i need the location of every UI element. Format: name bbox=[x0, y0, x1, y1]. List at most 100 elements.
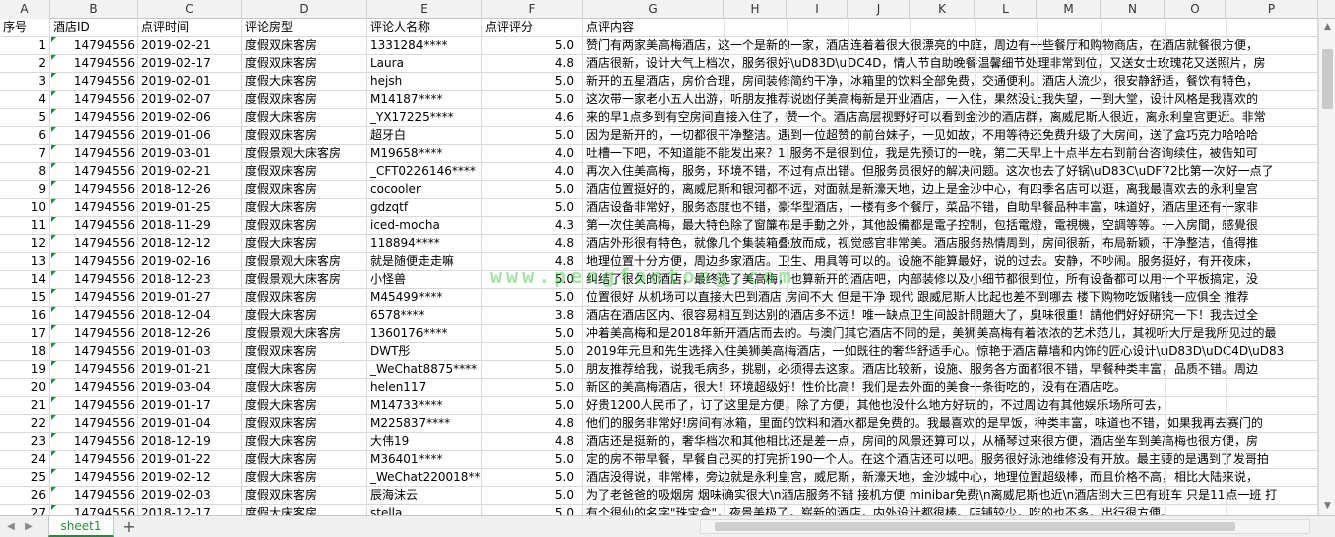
data-cell[interactable]: 酒店还是挺新的，奢华档次和其他相比还是差一点，房间的风景还算可以，从桶琴过来很方… bbox=[583, 433, 1318, 451]
data-cell[interactable]: 2018-12-17 bbox=[138, 505, 242, 515]
data-cell[interactable]: 朋友推荐给我，说我毛病多，挑剔，必须得去这家。酒店比较新，设施、服务各方面都很不… bbox=[583, 361, 1318, 379]
data-cell[interactable]: M14733**** bbox=[367, 397, 482, 415]
data-cell[interactable]: 21 bbox=[0, 397, 50, 415]
column-header-e[interactable]: E bbox=[367, 0, 482, 19]
data-cell[interactable]: 6 bbox=[0, 127, 50, 145]
data-cell[interactable]: iced-mocha bbox=[367, 217, 482, 235]
data-cell[interactable]: 5.0 bbox=[482, 73, 583, 91]
data-cell[interactable]: 酒店在酒店区内、很容易相互到达别的酒店多不远！唯一缺点卫生间設計問題大了，臭味很… bbox=[583, 307, 1318, 325]
data-cell[interactable]: 14794556 bbox=[50, 55, 138, 73]
data-cell[interactable]: 4.8 bbox=[482, 433, 583, 451]
data-cell[interactable]: 2019-02-21 bbox=[138, 163, 242, 181]
data-cell[interactable]: 4.8 bbox=[482, 55, 583, 73]
data-cell[interactable]: 度假双床客房 bbox=[242, 415, 367, 433]
data-cell[interactable]: 2019-02-12 bbox=[138, 469, 242, 487]
data-cell[interactable]: DWT彤 bbox=[367, 343, 482, 361]
header-cell[interactable]: 点评时间 bbox=[138, 19, 242, 37]
data-cell[interactable]: 度假双床客房 bbox=[242, 91, 367, 109]
column-header-b[interactable]: B bbox=[50, 0, 138, 19]
data-cell[interactable]: 度假双床客房 bbox=[242, 217, 367, 235]
data-cell[interactable]: 5.0 bbox=[482, 289, 583, 307]
data-cell[interactable]: 4.8 bbox=[482, 415, 583, 433]
column-header-a[interactable]: A bbox=[0, 0, 50, 19]
data-cell[interactable]: 14794556 bbox=[50, 469, 138, 487]
data-cell[interactable]: 酒店位置挺好的，离威尼斯和银河都不远，对面就是新濠天地，边上是金沙中心，有四季名… bbox=[583, 181, 1318, 199]
vertical-scroll-thumb[interactable] bbox=[1322, 49, 1333, 109]
data-cell[interactable]: 14794556 bbox=[50, 361, 138, 379]
column-header-j[interactable]: J bbox=[848, 0, 910, 19]
data-cell[interactable]: 2019-01-25 bbox=[138, 199, 242, 217]
data-cell[interactable]: 来的早1点多到有空房间直接入住了，赞一个。酒店高层视野好可以看到金沙的酒店群，离… bbox=[583, 109, 1318, 127]
data-cell[interactable]: 4.6 bbox=[482, 109, 583, 127]
data-cell[interactable]: 度假大床客房 bbox=[242, 361, 367, 379]
caret-up-icon[interactable]: ▲ bbox=[1319, 19, 1335, 36]
data-cell[interactable]: 15 bbox=[0, 289, 50, 307]
data-cell[interactable]: M36401**** bbox=[367, 451, 482, 469]
column-header-i[interactable]: I bbox=[787, 0, 848, 19]
data-cell[interactable]: 2019-02-01 bbox=[138, 73, 242, 91]
data-cell[interactable]: 这次带一家老小五人出游，听朋友推荐说凼仔美高梅新是开业酒店，一入住，果然没让我失… bbox=[583, 91, 1318, 109]
header-cell[interactable]: 序号 bbox=[0, 19, 50, 37]
data-cell[interactable]: 14794556 bbox=[50, 145, 138, 163]
data-cell[interactable]: 2019-02-16 bbox=[138, 253, 242, 271]
data-cell[interactable]: 14794556 bbox=[50, 253, 138, 271]
data-cell[interactable]: 14794556 bbox=[50, 289, 138, 307]
data-cell[interactable]: 2018-11-29 bbox=[138, 217, 242, 235]
data-cell[interactable]: 5 bbox=[0, 109, 50, 127]
data-cell[interactable]: 2018-12-12 bbox=[138, 235, 242, 253]
data-cell[interactable]: 超牙白 bbox=[367, 127, 482, 145]
data-cell[interactable]: 2018-12-26 bbox=[138, 181, 242, 199]
data-cell[interactable]: 度假大床客房 bbox=[242, 73, 367, 91]
data-cell[interactable]: 26 bbox=[0, 487, 50, 505]
data-cell[interactable]: 14794556 bbox=[50, 271, 138, 289]
data-cell[interactable]: 10 bbox=[0, 199, 50, 217]
data-cell[interactable]: 5.0 bbox=[482, 181, 583, 199]
data-cell[interactable]: 2019-01-06 bbox=[138, 127, 242, 145]
data-cell[interactable]: 5.0 bbox=[482, 397, 583, 415]
data-cell[interactable]: 14794556 bbox=[50, 217, 138, 235]
data-cell[interactable]: 2019-01-17 bbox=[138, 397, 242, 415]
data-cell[interactable]: 2019-02-17 bbox=[138, 55, 242, 73]
data-cell[interactable]: 5.0 bbox=[482, 451, 583, 469]
data-cell[interactable]: 4.8 bbox=[482, 235, 583, 253]
data-cell[interactable]: 度假景观大床客房 bbox=[242, 145, 367, 163]
header-cell[interactable]: 评论房型 bbox=[242, 19, 367, 37]
data-cell[interactable]: 14794556 bbox=[50, 379, 138, 397]
data-cell[interactable]: 1 bbox=[0, 37, 50, 55]
data-cell[interactable]: 27 bbox=[0, 505, 50, 515]
data-cell[interactable]: 22 bbox=[0, 415, 50, 433]
data-cell[interactable]: 度假双床客房 bbox=[242, 127, 367, 145]
data-cell[interactable]: 再次入住美高梅，服务，环境不错，不过有点出错。但服务员很好的解决问题。这次也去了… bbox=[583, 163, 1318, 181]
data-cell[interactable]: 2019-01-03 bbox=[138, 343, 242, 361]
column-header-f[interactable]: F bbox=[482, 0, 583, 19]
data-cell[interactable]: 度假双床客房 bbox=[242, 343, 367, 361]
data-cell[interactable]: 4.8 bbox=[482, 253, 583, 271]
data-cell[interactable]: 17 bbox=[0, 325, 50, 343]
data-cell[interactable]: 4.3 bbox=[482, 217, 583, 235]
data-cell[interactable]: 酒店外形很有特色，就像几个集装箱叠放而成，视觉感官非常美。酒店服务热情周到，房间… bbox=[583, 235, 1318, 253]
data-cell[interactable]: 14794556 bbox=[50, 37, 138, 55]
data-cell[interactable]: 9 bbox=[0, 181, 50, 199]
column-header-o[interactable]: O bbox=[1165, 0, 1226, 19]
data-cell[interactable]: 度假大床客房 bbox=[242, 199, 367, 217]
data-cell[interactable]: 度假双床客房 bbox=[242, 487, 367, 505]
sheet-tab-sheet1[interactable]: sheet1 bbox=[48, 516, 114, 537]
data-cell[interactable]: 大伟19 bbox=[367, 433, 482, 451]
data-cell[interactable]: 118894**** bbox=[367, 235, 482, 253]
column-header-n[interactable]: N bbox=[1101, 0, 1165, 19]
data-cell[interactable]: 定的房不带早餐，早餐自己买的打完折190一个人。在这个酒店还可以吧。服务很好泳池… bbox=[583, 451, 1318, 469]
data-cell[interactable]: 为了老爸爸的吸烟房 烟味确实很大\n酒店服务不错 接机方便 minibar免费\… bbox=[583, 487, 1318, 505]
data-cell[interactable]: 2018-12-26 bbox=[138, 325, 242, 343]
data-cell[interactable]: 度假大床客房 bbox=[242, 109, 367, 127]
header-cell[interactable]: 评论人名称 bbox=[367, 19, 482, 37]
data-cell[interactable]: 5.0 bbox=[482, 487, 583, 505]
data-cell[interactable]: 24 bbox=[0, 451, 50, 469]
data-cell[interactable]: 度假景观大床客房 bbox=[242, 253, 367, 271]
data-cell[interactable]: 小怪兽 bbox=[367, 271, 482, 289]
data-cell[interactable]: M19658**** bbox=[367, 145, 482, 163]
data-cell[interactable]: 度假双床客房 bbox=[242, 181, 367, 199]
data-cell[interactable]: gdzqtf bbox=[367, 199, 482, 217]
data-cell[interactable]: _WeChat8875**** bbox=[367, 361, 482, 379]
data-cell[interactable]: 度假双床客房 bbox=[242, 289, 367, 307]
data-cell[interactable]: 第一次住美高梅，最大特色除了窗簾布是手動之外，其他設備都是電子控制，包括電燈，電… bbox=[583, 217, 1318, 235]
